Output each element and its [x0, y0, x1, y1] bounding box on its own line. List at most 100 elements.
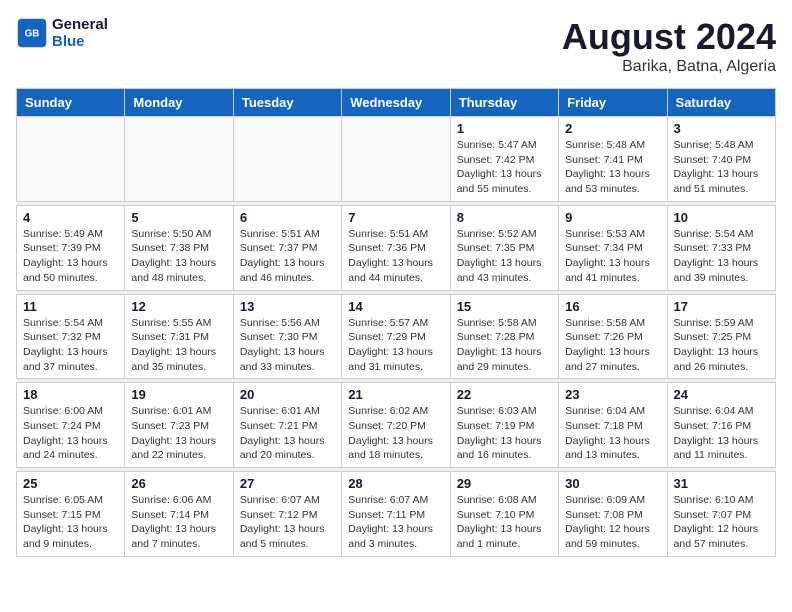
calendar-week-row: 18 Sunrise: 6:00 AM Sunset: 7:24 PM Dayli… [17, 383, 776, 468]
calendar-cell: 11Sunrise: 5:54 AM Sunset: 7:32 PM Dayli… [17, 294, 125, 379]
day-number: 7 [348, 210, 443, 225]
day-detail: Sunrise: 5:58 AM Sunset: 7:26 PM Dayligh… [565, 316, 660, 375]
day-detail: Sunrise: 6:01 AM Sunset: 7:23 PM Dayligh… [131, 404, 226, 463]
calendar-cell: 22Sunrise: 6:03 AM Sunset: 7:19 PM Dayli… [450, 383, 558, 468]
calendar-cell: 21Sunrise: 6:02 AM Sunset: 7:20 PM Dayli… [342, 383, 450, 468]
calendar-cell: 31 Sunrise: 6:10 AM Sunset: 7:07 PM Dayli… [667, 472, 775, 557]
svg-text:GB: GB [25, 29, 40, 40]
day-number: 21 [348, 387, 443, 402]
month-year: August 2024 [562, 16, 776, 58]
weekday-header: Wednesday [342, 89, 450, 117]
calendar-cell: 16 Sunrise: 5:58 AM Sunset: 7:26 PM Dayli… [559, 294, 667, 379]
day-detail: Sunrise: 5:58 AM Sunset: 7:28 PM Dayligh… [457, 316, 552, 375]
calendar-cell: 19 Sunrise: 6:01 AM Sunset: 7:23 PM Dayli… [125, 383, 233, 468]
day-number: 2 [565, 121, 660, 136]
day-detail: Sunrise: 6:05 AM Sunset: 7:15 PM Dayligh… [23, 493, 118, 552]
day-number: 5 [131, 210, 226, 225]
calendar-cell: 6 Sunrise: 5:51 AM Sunset: 7:37 PM Daylig… [233, 205, 341, 290]
day-number: 27 [240, 476, 335, 491]
calendar-cell: 18 Sunrise: 6:00 AM Sunset: 7:24 PM Dayli… [17, 383, 125, 468]
calendar-cell [125, 117, 233, 202]
day-detail: Sunrise: 5:47 AM Sunset: 7:42 PM Dayligh… [457, 138, 552, 197]
calendar-week-row: 25Sunrise: 6:05 AM Sunset: 7:15 PM Dayli… [17, 472, 776, 557]
weekday-header: Tuesday [233, 89, 341, 117]
day-detail: Sunrise: 5:59 AM Sunset: 7:25 PM Dayligh… [674, 316, 769, 375]
day-detail: Sunrise: 6:10 AM Sunset: 7:07 PM Dayligh… [674, 493, 769, 552]
day-number: 19 [131, 387, 226, 402]
weekday-header: Monday [125, 89, 233, 117]
weekday-header-row: SundayMondayTuesdayWednesdayThursdayFrid… [17, 89, 776, 117]
day-detail: Sunrise: 6:07 AM Sunset: 7:12 PM Dayligh… [240, 493, 335, 552]
calendar-cell: 23Sunrise: 6:04 AM Sunset: 7:18 PM Dayli… [559, 383, 667, 468]
day-number: 29 [457, 476, 552, 491]
calendar-week-row: 1 Sunrise: 5:47 AM Sunset: 7:42 PM Daylig… [17, 117, 776, 202]
day-detail: Sunrise: 5:51 AM Sunset: 7:37 PM Dayligh… [240, 227, 335, 286]
day-detail: Sunrise: 5:50 AM Sunset: 7:38 PM Dayligh… [131, 227, 226, 286]
logo-line2: Blue [52, 33, 108, 50]
day-detail: Sunrise: 5:55 AM Sunset: 7:31 PM Dayligh… [131, 316, 226, 375]
day-number: 3 [674, 121, 769, 136]
day-number: 18 [23, 387, 118, 402]
logo: GB General Blue [16, 16, 108, 50]
calendar-cell: 7 Sunrise: 5:51 AM Sunset: 7:36 PM Daylig… [342, 205, 450, 290]
calendar-cell: 3 Sunrise: 5:48 AM Sunset: 7:40 PM Daylig… [667, 117, 775, 202]
day-number: 12 [131, 299, 226, 314]
calendar-table: SundayMondayTuesdayWednesdayThursdayFrid… [16, 88, 776, 557]
day-detail: Sunrise: 6:00 AM Sunset: 7:24 PM Dayligh… [23, 404, 118, 463]
calendar-cell: 12 Sunrise: 5:55 AM Sunset: 7:31 PM Dayli… [125, 294, 233, 379]
day-detail: Sunrise: 5:53 AM Sunset: 7:34 PM Dayligh… [565, 227, 660, 286]
calendar-cell: 1 Sunrise: 5:47 AM Sunset: 7:42 PM Daylig… [450, 117, 558, 202]
calendar-cell: 20 Sunrise: 6:01 AM Sunset: 7:21 PM Dayli… [233, 383, 341, 468]
day-detail: Sunrise: 5:49 AM Sunset: 7:39 PM Dayligh… [23, 227, 118, 286]
calendar-cell: 28Sunrise: 6:07 AM Sunset: 7:11 PM Dayli… [342, 472, 450, 557]
day-number: 15 [457, 299, 552, 314]
calendar-cell: 5 Sunrise: 5:50 AM Sunset: 7:38 PM Daylig… [125, 205, 233, 290]
day-detail: Sunrise: 6:09 AM Sunset: 7:08 PM Dayligh… [565, 493, 660, 552]
calendar-cell: 24Sunrise: 6:04 AM Sunset: 7:16 PM Dayli… [667, 383, 775, 468]
weekday-header: Thursday [450, 89, 558, 117]
calendar-cell: 8 Sunrise: 5:52 AM Sunset: 7:35 PM Daylig… [450, 205, 558, 290]
day-detail: Sunrise: 5:54 AM Sunset: 7:33 PM Dayligh… [674, 227, 769, 286]
day-number: 6 [240, 210, 335, 225]
calendar-cell: 29Sunrise: 6:08 AM Sunset: 7:10 PM Dayli… [450, 472, 558, 557]
calendar-cell: 17 Sunrise: 5:59 AM Sunset: 7:25 PM Dayli… [667, 294, 775, 379]
day-detail: Sunrise: 6:07 AM Sunset: 7:11 PM Dayligh… [348, 493, 443, 552]
logo-line1: General [52, 16, 108, 33]
calendar-cell: 25Sunrise: 6:05 AM Sunset: 7:15 PM Dayli… [17, 472, 125, 557]
calendar-cell [17, 117, 125, 202]
calendar-cell: 30Sunrise: 6:09 AM Sunset: 7:08 PM Dayli… [559, 472, 667, 557]
calendar-cell: 26Sunrise: 6:06 AM Sunset: 7:14 PM Dayli… [125, 472, 233, 557]
day-number: 9 [565, 210, 660, 225]
calendar-cell: 15 Sunrise: 5:58 AM Sunset: 7:28 PM Dayli… [450, 294, 558, 379]
day-detail: Sunrise: 5:51 AM Sunset: 7:36 PM Dayligh… [348, 227, 443, 286]
day-detail: Sunrise: 5:52 AM Sunset: 7:35 PM Dayligh… [457, 227, 552, 286]
title-block: August 2024 Barika, Batna, Algeria [562, 16, 776, 76]
weekday-header: Saturday [667, 89, 775, 117]
day-number: 20 [240, 387, 335, 402]
day-detail: Sunrise: 5:57 AM Sunset: 7:29 PM Dayligh… [348, 316, 443, 375]
day-number: 1 [457, 121, 552, 136]
day-detail: Sunrise: 5:48 AM Sunset: 7:41 PM Dayligh… [565, 138, 660, 197]
calendar-cell: 14Sunrise: 5:57 AM Sunset: 7:29 PM Dayli… [342, 294, 450, 379]
location: Barika, Batna, Algeria [562, 58, 776, 76]
day-detail: Sunrise: 6:01 AM Sunset: 7:21 PM Dayligh… [240, 404, 335, 463]
calendar-cell [233, 117, 341, 202]
day-number: 16 [565, 299, 660, 314]
calendar-cell: 9 Sunrise: 5:53 AM Sunset: 7:34 PM Daylig… [559, 205, 667, 290]
day-number: 10 [674, 210, 769, 225]
day-detail: Sunrise: 5:56 AM Sunset: 7:30 PM Dayligh… [240, 316, 335, 375]
calendar-cell: 10 Sunrise: 5:54 AM Sunset: 7:33 PM Dayli… [667, 205, 775, 290]
day-number: 22 [457, 387, 552, 402]
logo-icon: GB [16, 17, 48, 49]
page-header: GB General Blue August 2024 Barika, Batn… [16, 16, 776, 76]
day-number: 17 [674, 299, 769, 314]
day-detail: Sunrise: 6:04 AM Sunset: 7:18 PM Dayligh… [565, 404, 660, 463]
calendar-cell: 27 Sunrise: 6:07 AM Sunset: 7:12 PM Dayli… [233, 472, 341, 557]
day-number: 31 [674, 476, 769, 491]
day-detail: Sunrise: 6:04 AM Sunset: 7:16 PM Dayligh… [674, 404, 769, 463]
day-detail: Sunrise: 5:48 AM Sunset: 7:40 PM Dayligh… [674, 138, 769, 197]
calendar-cell: 2 Sunrise: 5:48 AM Sunset: 7:41 PM Daylig… [559, 117, 667, 202]
day-number: 11 [23, 299, 118, 314]
weekday-header: Friday [559, 89, 667, 117]
day-number: 8 [457, 210, 552, 225]
